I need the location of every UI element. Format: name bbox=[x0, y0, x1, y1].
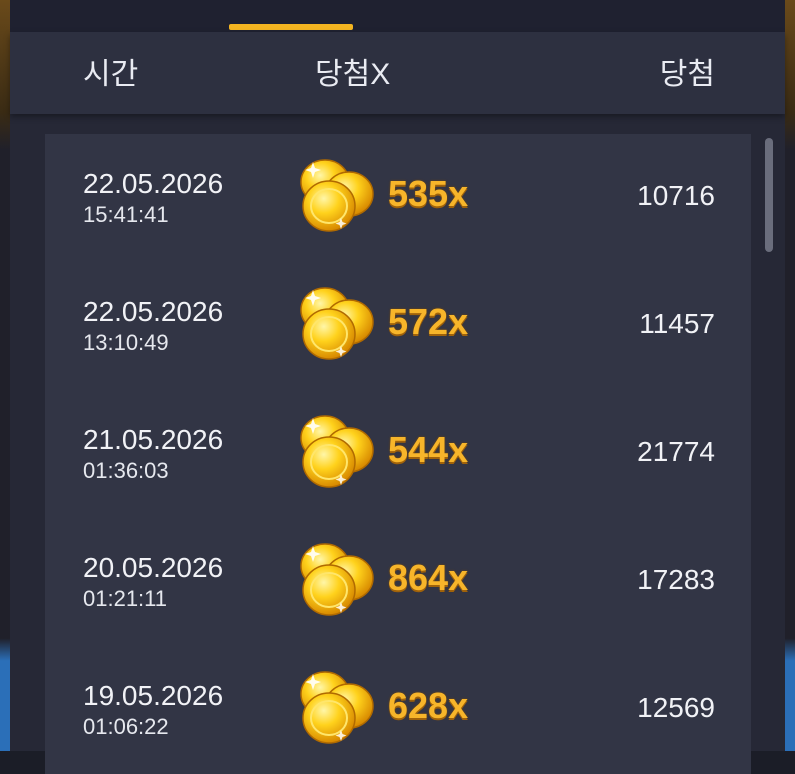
win-history-panel: 시간 당첨X 당첨 22.05.2026 15:41:41 535x 10716 22… bbox=[10, 0, 785, 774]
row-win-amount: 11457 bbox=[639, 308, 715, 339]
column-header-multiplier: 당첨X bbox=[315, 58, 391, 91]
column-header-time: 시간 bbox=[83, 58, 139, 91]
row-date: 20.05.2026 bbox=[83, 552, 224, 583]
gold-coin-stack-icon bbox=[295, 540, 377, 620]
row-win-amount: 12569 bbox=[637, 692, 715, 723]
gold-coin-stack-icon bbox=[295, 284, 377, 364]
active-tab-indicator bbox=[229, 24, 353, 30]
row-date: 22.05.2026 bbox=[83, 296, 224, 327]
row-multiplier: 535x bbox=[388, 173, 469, 214]
history-row[interactable]: 22.05.2026 13:10:49 572x 11457 bbox=[45, 262, 751, 390]
row-win-amount: 21774 bbox=[637, 436, 715, 467]
history-row[interactable]: 21.05.2026 01:36:03 544x 21774 bbox=[45, 390, 751, 518]
row-date: 22.05.2026 bbox=[83, 168, 224, 199]
row-multiplier: 572x bbox=[388, 301, 469, 342]
row-win-amount: 17283 bbox=[637, 564, 715, 595]
row-multiplier: 544x bbox=[388, 429, 469, 470]
column-header-win: 당첨 bbox=[659, 58, 715, 91]
gold-coin-stack-icon bbox=[295, 156, 377, 236]
row-multiplier: 628x bbox=[388, 685, 469, 726]
history-row[interactable]: 22.05.2026 15:41:41 535x 10716 bbox=[45, 134, 751, 262]
row-multiplier: 864x bbox=[388, 557, 469, 598]
frame-right-decoration bbox=[785, 0, 795, 751]
tab-bar bbox=[10, 0, 785, 32]
gold-coin-stack-icon bbox=[295, 668, 377, 748]
gold-coin-stack-icon bbox=[295, 412, 377, 492]
row-time: 01:21:11 bbox=[83, 586, 168, 611]
table-header: 시간 당첨X 당첨 bbox=[10, 32, 785, 114]
row-time: 01:36:03 bbox=[83, 458, 169, 483]
history-row[interactable]: 20.05.2026 01:21:11 864x 17283 bbox=[45, 518, 751, 646]
row-time: 15:41:41 bbox=[83, 202, 169, 227]
row-date: 21.05.2026 bbox=[83, 424, 224, 455]
scrollbar[interactable] bbox=[765, 138, 773, 252]
history-row[interactable]: 19.05.2026 01:06:22 628x 12569 bbox=[45, 646, 751, 774]
row-date: 19.05.2026 bbox=[83, 680, 224, 711]
row-time: 13:10:49 bbox=[83, 330, 169, 355]
row-win-amount: 10716 bbox=[637, 180, 715, 211]
frame-left-decoration bbox=[0, 0, 10, 751]
row-time: 01:06:22 bbox=[83, 714, 169, 739]
